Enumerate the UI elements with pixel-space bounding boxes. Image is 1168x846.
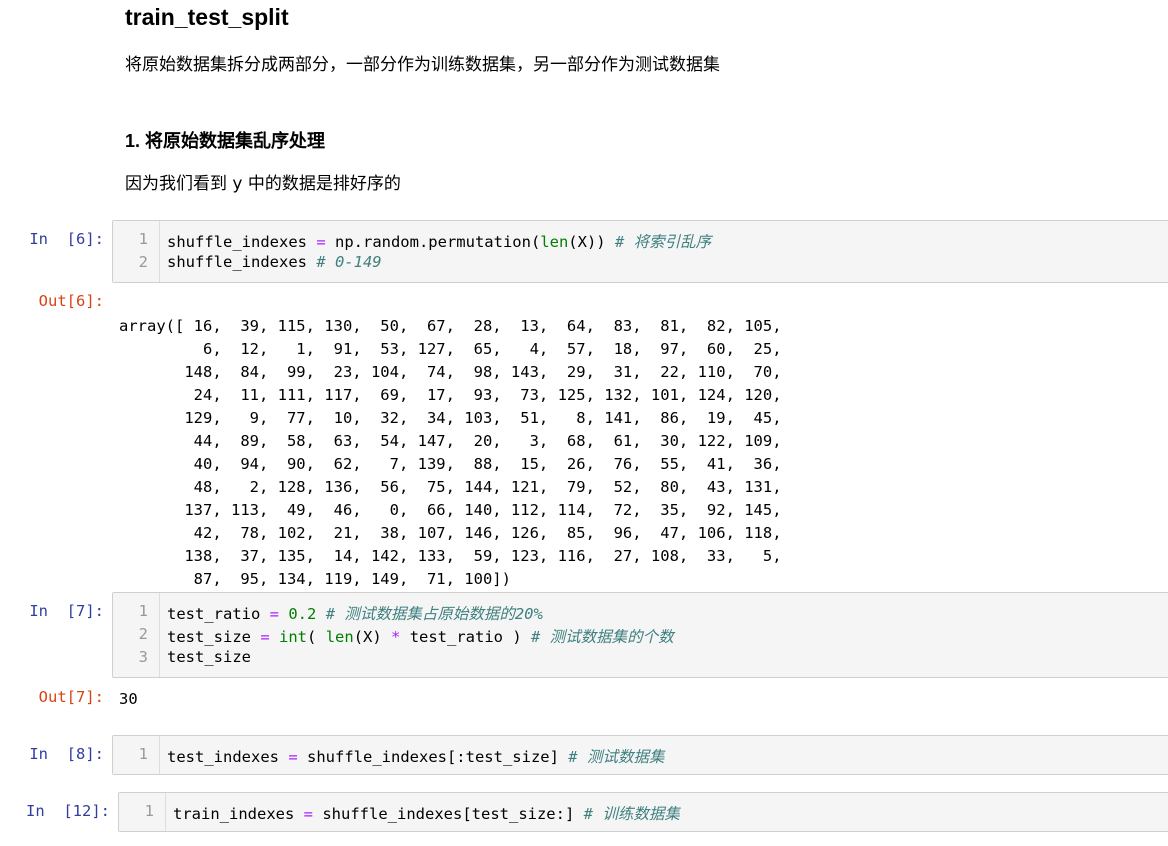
line-number: 1 <box>144 802 154 820</box>
code-comment: # 测试数据集的个数 <box>531 628 674 646</box>
line-number: 2 <box>138 625 148 643</box>
in-prompt-7: In [7]: <box>29 602 104 620</box>
code-line[interactable]: test_indexes = shuffle_indexes[:test_siz… <box>167 745 664 767</box>
step-paragraph: 因为我们看到 y 中的数据是排好序的 <box>125 174 401 194</box>
out-prompt-6: Out[6]: <box>38 292 104 310</box>
code-line[interactable]: test_ratio = 0.2 # 测试数据集占原始数据的20% <box>167 602 543 624</box>
out-prompt-7: Out[7]: <box>38 688 104 706</box>
code-comment: # 测试数据集占原始数据的20% <box>325 605 543 623</box>
line-number: 3 <box>138 648 148 666</box>
code-line[interactable]: train_indexes = shuffle_indexes[test_siz… <box>173 802 680 824</box>
code-line[interactable]: test_size <box>167 648 251 666</box>
code-cell-8[interactable]: 1 test_indexes = shuffle_indexes[:test_s… <box>112 735 1168 775</box>
step-heading: 1. 将原始数据集乱序处理 <box>125 131 326 151</box>
line-number: 1 <box>138 230 148 248</box>
output-area-7: 30 <box>119 690 138 708</box>
code-line[interactable]: test_size = int( len(X) * test_ratio ) #… <box>167 625 674 647</box>
line-number: 2 <box>138 253 148 271</box>
code-comment: # 测试数据集 <box>568 748 665 766</box>
in-prompt-12: In [12]: <box>26 802 110 820</box>
output-area-6: array([ 16, 39, 115, 130, 50, 67, 28, 13… <box>119 317 782 588</box>
code-cell-6[interactable]: 1 2 shuffle_indexes = np.random.permutat… <box>112 220 1168 283</box>
code-cell-7[interactable]: 1 2 3 test_ratio = 0.2 # 测试数据集占原始数据的20% … <box>112 592 1168 678</box>
intro-paragraph: 将原始数据集拆分成两部分，一部分作为训练数据集，另一部分作为测试数据集 <box>125 55 720 75</box>
code-comment: # 将索引乱序 <box>614 233 712 251</box>
in-prompt-8: In [8]: <box>29 745 104 763</box>
line-number: 1 <box>138 602 148 620</box>
code-comment: # 0-149 <box>316 253 382 271</box>
section-heading: train_test_split <box>125 4 289 30</box>
code-cell-12[interactable]: 1 train_indexes = shuffle_indexes[test_s… <box>118 792 1168 832</box>
code-line[interactable]: shuffle_indexes # 0-149 <box>167 253 382 271</box>
code-line[interactable]: shuffle_indexes = np.random.permutation(… <box>167 230 711 252</box>
line-number: 1 <box>138 745 148 763</box>
code-comment: # 训练数据集 <box>583 805 680 823</box>
in-prompt-6: In [6]: <box>29 230 104 248</box>
